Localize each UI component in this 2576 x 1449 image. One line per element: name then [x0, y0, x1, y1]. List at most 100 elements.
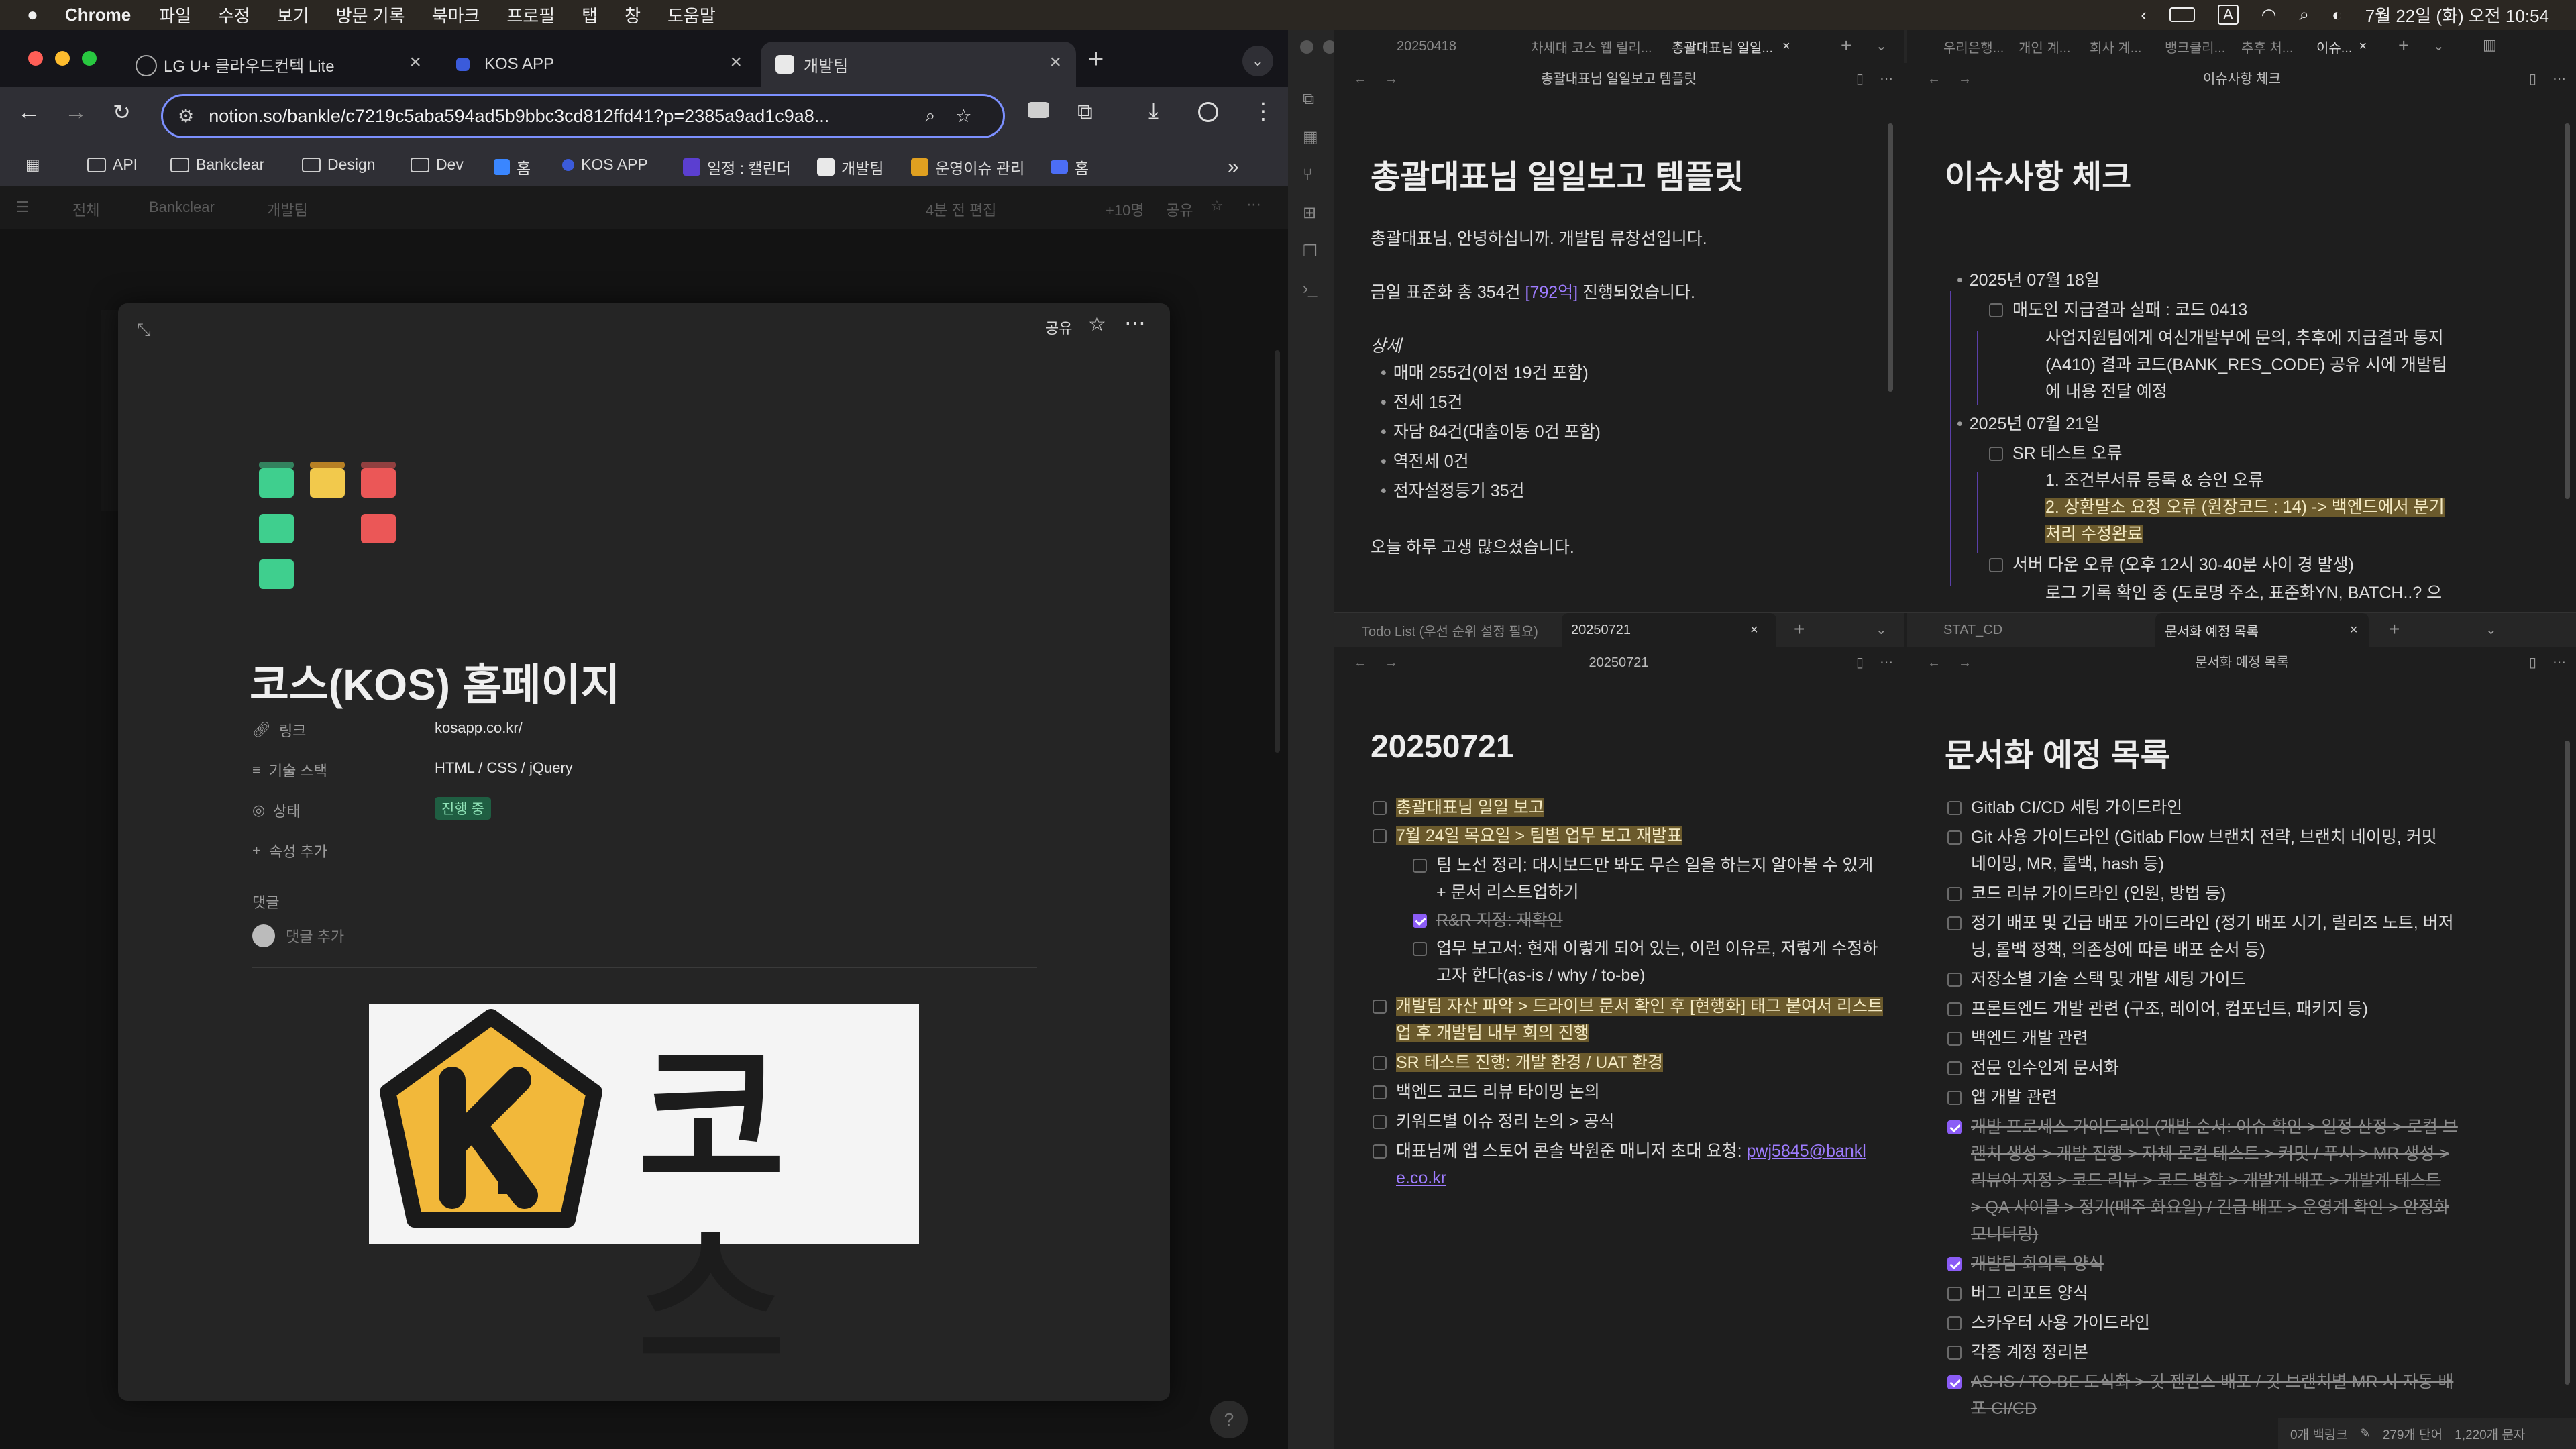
- nav-forward-icon[interactable]: →: [1385, 647, 1398, 679]
- menu-window[interactable]: 창: [625, 3, 641, 28]
- templates-icon[interactable]: ❐: [1303, 241, 1334, 261]
- page-title[interactable]: 코스(KOS) 홈페이지: [250, 651, 620, 712]
- new-tab-button[interactable]: +: [2398, 35, 2409, 56]
- terminal-icon[interactable]: ›_: [1303, 280, 1334, 299]
- menu-view[interactable]: 보기: [277, 3, 309, 28]
- task-checkbox[interactable]: [1947, 973, 1962, 987]
- modal-favorite-star-icon[interactable]: ☆: [1088, 313, 1106, 336]
- apps-grid-icon[interactable]: ▦: [25, 156, 40, 174]
- tab-next-gen-release[interactable]: 차세대 코스 웹 릴리...: [1521, 30, 1662, 63]
- bookmark-design[interactable]: Design: [302, 156, 376, 174]
- bookmark-devteam[interactable]: 개발팀: [817, 156, 883, 178]
- task-checkbox[interactable]: [1947, 1287, 1962, 1301]
- nav-back-icon[interactable]: ←: [1354, 63, 1367, 95]
- right-sidebar-toggle-icon[interactable]: ▥: [2483, 36, 2497, 54]
- property-link-name[interactable]: 🔗︎ 링크: [252, 719, 306, 741]
- add-comment-field[interactable]: 댓글 추가: [252, 924, 344, 947]
- close-tab-icon[interactable]: ×: [1049, 51, 1061, 74]
- menu-help[interactable]: 도움말: [667, 3, 716, 28]
- control-center-icon[interactable]: ◐: [2332, 5, 2343, 25]
- reading-view-icon[interactable]: ▯: [1856, 63, 1864, 95]
- note-more-icon[interactable]: ⋯: [2553, 63, 2566, 95]
- task-checkbox[interactable]: [1947, 1346, 1962, 1360]
- task-checkbox[interactable]: [1947, 1032, 1962, 1046]
- nav-back-icon[interactable]: ←: [1927, 647, 1941, 679]
- pane-scrollbar[interactable]: [2565, 741, 2570, 1385]
- close-tab-icon[interactable]: ×: [1750, 623, 1758, 638]
- task-checkbox[interactable]: [1413, 859, 1427, 873]
- note-more-icon[interactable]: ⋯: [1880, 63, 1893, 95]
- new-tab-button[interactable]: +: [1794, 619, 1805, 640]
- menu-bookmarks[interactable]: 북마크: [432, 3, 480, 28]
- backlinks-count[interactable]: 0개 백링크: [2290, 1425, 2348, 1443]
- nav-forward-icon[interactable]: →: [1385, 63, 1398, 95]
- help-button[interactable]: ?: [1210, 1401, 1248, 1438]
- nav-back-icon[interactable]: ←: [1927, 63, 1941, 95]
- profile-avatar-icon[interactable]: [1198, 102, 1218, 122]
- menu-edit[interactable]: 수정: [218, 3, 250, 28]
- tab-20250721[interactable]: 20250721 ×: [1562, 613, 1776, 647]
- nav-forward-icon[interactable]: →: [1958, 647, 1972, 679]
- pane-scrollbar[interactable]: [2565, 123, 2570, 499]
- task-checkbox[interactable]: [1373, 1115, 1387, 1129]
- kos-logo-image[interactable]: 코스: [369, 1004, 919, 1392]
- address-bar[interactable]: ⚙ notion.so/bankle/c7219c5aba594ad5b9bbc…: [161, 94, 1005, 138]
- tab-followup[interactable]: 추후 처...: [2232, 30, 2306, 63]
- share-button-top[interactable]: 공유: [1166, 199, 1193, 220]
- favorite-star-icon[interactable]: ☆: [1210, 197, 1224, 215]
- task-checkbox[interactable]: [1413, 942, 1427, 956]
- more-options-icon[interactable]: ⋯: [1246, 196, 1261, 213]
- menu-file[interactable]: 파일: [159, 3, 191, 28]
- breadcrumb-all[interactable]: 전체: [72, 199, 99, 220]
- property-stack-value[interactable]: HTML / CSS / jQuery: [435, 759, 573, 777]
- property-status-name[interactable]: ◎ 상태: [252, 800, 301, 821]
- menubar-app-name[interactable]: Chrome: [65, 5, 131, 25]
- bookmark-calendar[interactable]: 일정 : 캘린더: [683, 156, 791, 178]
- tab-doc-plan[interactable]: 문서화 예정 목록 ×: [2155, 613, 2369, 647]
- bookmark-api[interactable]: API: [87, 156, 138, 174]
- open-quick-switcher-icon[interactable]: ⧉: [1303, 90, 1334, 109]
- bookmark-home-1[interactable]: 홈: [494, 156, 531, 178]
- task-checkbox[interactable]: [1373, 1085, 1387, 1099]
- email-link[interactable]: pwj5845@bankl: [1747, 1142, 1866, 1161]
- menu-history[interactable]: 방문 기록: [336, 3, 405, 28]
- calendar-icon[interactable]: ▦: [1303, 127, 1334, 147]
- wifi-icon[interactable]: ◠: [2261, 5, 2277, 25]
- add-property-button[interactable]: + 속성 추가: [252, 840, 327, 861]
- chrome-tab-devteam[interactable]: 개발팀 ×: [761, 42, 1076, 87]
- task-checkbox[interactable]: [1947, 801, 1962, 815]
- task-checkbox[interactable]: [1373, 801, 1387, 815]
- reading-view-icon[interactable]: ▯: [2529, 63, 2536, 95]
- extensions-icon[interactable]: ⧉: [1077, 99, 1093, 125]
- task-checkbox[interactable]: [1947, 1091, 1962, 1105]
- task-checkbox[interactable]: [1947, 887, 1962, 901]
- menubar-datetime[interactable]: 7월 22일 (화) 오전 10:54: [2365, 3, 2549, 28]
- reading-view-icon[interactable]: ▯: [1856, 647, 1864, 679]
- bookmark-kos-app[interactable]: KOS APP: [562, 156, 648, 174]
- bookmark-ops-issues[interactable]: 운영이슈 관리: [911, 156, 1024, 178]
- bookmark-home-2[interactable]: 홈: [1051, 156, 1089, 178]
- close-tab-icon[interactable]: ×: [1782, 39, 1790, 54]
- battery-icon[interactable]: [2169, 7, 2196, 22]
- tab-bankclear[interactable]: 뱅크클리...: [2155, 30, 2231, 63]
- tab-company-accounts[interactable]: 회사 계...: [2080, 30, 2154, 63]
- task-checkbox[interactable]: [1947, 1316, 1962, 1330]
- task-checkbox[interactable]: [1989, 558, 2003, 572]
- close-tab-icon[interactable]: ×: [2359, 39, 2367, 54]
- input-source-indicator[interactable]: A: [2218, 5, 2239, 25]
- chrome-tab-kos[interactable]: KOS APP ×: [441, 42, 757, 87]
- chrome-tab-lgu[interactable]: LG U+ 클라우드컨텍 Lite ×: [121, 42, 436, 87]
- sidebar-toggle-icon[interactable]: ☰: [16, 199, 30, 216]
- expand-full-page-icon[interactable]: ⤡: [137, 319, 151, 341]
- menu-tab[interactable]: 탭: [582, 3, 598, 28]
- close-tab-icon[interactable]: ×: [409, 51, 421, 74]
- bookmark-bankclear[interactable]: Bankclear: [170, 156, 264, 174]
- new-tab-button[interactable]: +: [1841, 35, 1851, 56]
- tab-list-icon[interactable]: ⌄: [2485, 621, 2497, 638]
- note-more-icon[interactable]: ⋯: [1880, 647, 1893, 679]
- tab-issues[interactable]: 이슈... ×: [2307, 30, 2381, 63]
- task-checkbox[interactable]: [1373, 1144, 1387, 1159]
- nav-forward-icon[interactable]: →: [1958, 63, 1972, 95]
- tab-list-icon[interactable]: ⌄: [1876, 38, 1887, 54]
- camera-icon[interactable]: [1028, 102, 1049, 118]
